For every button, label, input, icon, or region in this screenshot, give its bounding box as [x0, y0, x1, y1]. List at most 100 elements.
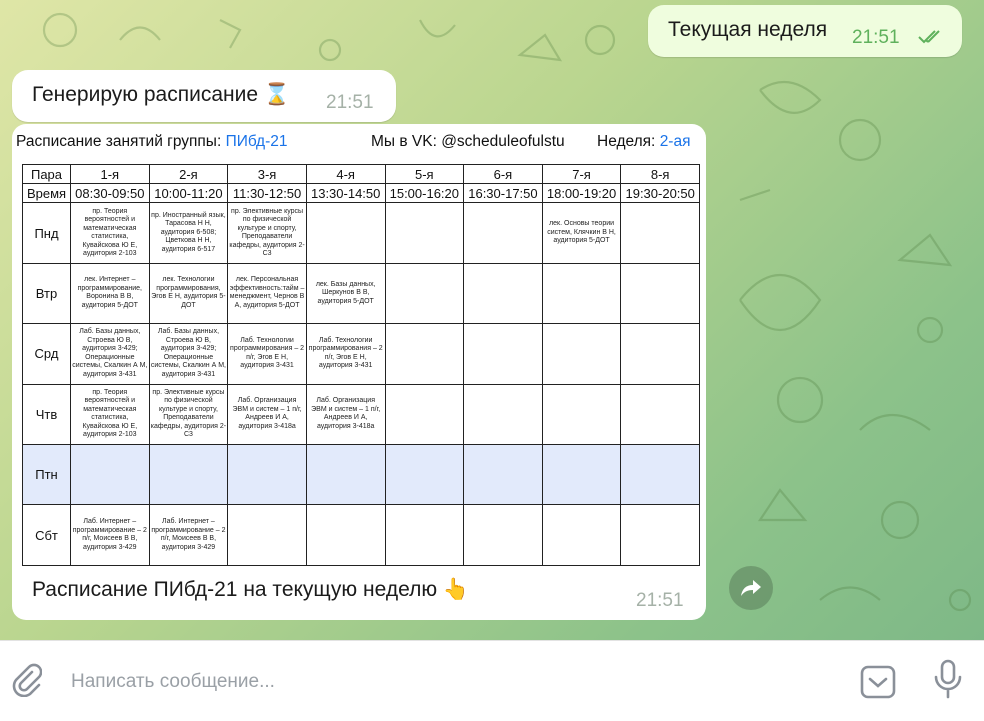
- lesson-cell: [463, 383, 543, 446]
- lesson-cell: [541, 504, 622, 566]
- table-row: Срд Лаб. Базы данных, Строева Ю В, аудито…: [22, 323, 700, 385]
- lesson-cell: [463, 262, 543, 325]
- lesson-cell: лек. Базы данных, Шеркунов В В, аудитори…: [305, 262, 386, 325]
- lesson-cell: [227, 504, 307, 566]
- period-header: 1-я: [70, 163, 150, 185]
- time-cell: 18:00-19:20: [541, 183, 622, 204]
- paperclip-icon[interactable]: [10, 663, 42, 697]
- lesson-cell: лек. Интернет – программирование, Ворони…: [70, 262, 150, 325]
- lesson-cell: пр. Иностранный язык, Тарасова Н Н, ауди…: [148, 202, 229, 264]
- lesson-cell: Лаб. Базы данных, Строева Ю В, аудитория…: [148, 323, 229, 385]
- lesson-cell: [463, 444, 543, 506]
- lesson-cell: [620, 504, 700, 566]
- incoming-message[interactable]: Генерирую расписание ⌛ 21:51: [12, 70, 396, 122]
- time-cell: 10:00-11:20: [148, 183, 229, 204]
- lesson-cell: пр. Элективные курсы по физической культ…: [148, 383, 229, 446]
- lesson-cell: [463, 202, 543, 264]
- lesson-cell: [463, 504, 543, 566]
- day-cell: Сбт: [22, 504, 71, 566]
- period-header: 7-я: [541, 163, 622, 185]
- day-cell: Птн: [22, 444, 71, 506]
- schedule-image[interactable]: Расписание занятий группы: ПИбд-21 Мы в …: [12, 124, 706, 570]
- lesson-cell: лек. Персональная эффективность:тайм – м…: [227, 262, 307, 325]
- lesson-cell: [620, 323, 700, 385]
- message-text: Генерирую расписание ⌛: [32, 83, 290, 106]
- day-cell: Втр: [22, 262, 71, 325]
- lesson-cell: [541, 323, 622, 385]
- lesson-cell: [541, 444, 622, 506]
- sticker-icon[interactable]: [860, 665, 896, 699]
- lesson-cell: [463, 323, 543, 385]
- lesson-cell: [384, 504, 465, 566]
- caption-time: 21:51: [636, 590, 684, 611]
- period-header: 3-я: [227, 163, 307, 185]
- lesson-cell: [305, 202, 386, 264]
- schedule-title: Расписание занятий группы: ПИбд-21: [16, 133, 288, 150]
- table-row: Сбт Лаб. Интернет – программирование – 2 …: [22, 504, 700, 566]
- lesson-cell: [620, 444, 700, 506]
- message-caption[interactable]: Расписание ПИбд-21 на текущую неделю 👆 2…: [12, 570, 706, 620]
- microphone-icon[interactable]: [932, 659, 964, 701]
- time-cell: 16:30-17:50: [463, 183, 543, 204]
- time-cell: 08:30-09:50: [70, 183, 150, 204]
- table-time-row: Время 08:30-09:50 10:00-11:20 11:30-12:50 13…: [22, 183, 700, 204]
- lesson-cell: Лаб. Технологии программирования – 2 п/г…: [227, 323, 307, 385]
- message-time: 21:51: [852, 27, 900, 48]
- double-check-icon: [918, 30, 940, 44]
- lesson-cell: Лаб. Технологии программирования – 2 п/г…: [305, 323, 386, 385]
- lesson-cell: [384, 202, 465, 264]
- lesson-cell: Лаб. Интернет – программирование – 2 п/г…: [148, 504, 229, 566]
- composer: Написать сообщение...: [0, 640, 984, 721]
- time-cell: 15:00-16:20: [384, 183, 465, 204]
- period-header: 8-я: [620, 163, 700, 185]
- lesson-cell: [70, 444, 150, 506]
- lesson-cell: [227, 444, 307, 506]
- table-row: Втр лек. Интернет – программирование, Вор…: [22, 262, 700, 325]
- outgoing-message[interactable]: Текущая неделя 21:51: [648, 5, 962, 57]
- caption-text: Расписание ПИбд-21 на текущую неделю 👆: [32, 578, 470, 601]
- forward-button[interactable]: [729, 566, 773, 610]
- period-header: 4-я: [305, 163, 386, 185]
- lesson-cell: лек. Технологии программирования, Эгов Е…: [148, 262, 229, 325]
- period-header: 2-я: [148, 163, 229, 185]
- table-header-cell: Пара: [22, 163, 71, 185]
- lesson-cell: [620, 383, 700, 446]
- lesson-cell: [620, 202, 700, 264]
- lesson-cell: [148, 444, 229, 506]
- lesson-cell: [384, 444, 465, 506]
- lesson-cell: [305, 504, 386, 566]
- lesson-cell: пр. Теория вероятностей и математическая…: [70, 202, 150, 264]
- time-cell: 11:30-12:50: [227, 183, 307, 204]
- day-cell: Пнд: [22, 202, 71, 264]
- lesson-cell: Лаб. Организация ЭВМ и систем – 1 п/г, А…: [227, 383, 307, 446]
- lesson-cell: [305, 444, 386, 506]
- day-cell: Срд: [22, 323, 71, 385]
- lesson-cell: [384, 262, 465, 325]
- lesson-cell: [384, 323, 465, 385]
- lesson-cell: Лаб. Интернет – программирование – 2 п/г…: [70, 504, 150, 566]
- lesson-cell: [541, 383, 622, 446]
- time-cell: 13:30-14:50: [305, 183, 386, 204]
- table-row: Чтв пр. Теория вероятностей и математичес…: [22, 383, 700, 446]
- lesson-cell: Лаб. Организация ЭВМ и систем – 1 п/г, А…: [305, 383, 386, 446]
- lesson-cell: [620, 262, 700, 325]
- message-time: 21:51: [326, 92, 374, 113]
- table-row: Пнд пр. Теория вероятностей и математичес…: [22, 202, 700, 264]
- lesson-cell: Лаб. Базы данных, Строева Ю В, аудитория…: [70, 323, 150, 385]
- forward-arrow-icon: [741, 580, 761, 596]
- period-header: 5-я: [384, 163, 465, 185]
- lesson-cell: пр. Элективные курсы по физической культ…: [227, 202, 307, 264]
- message-input[interactable]: Написать сообщение...: [71, 671, 275, 693]
- schedule-vk: Мы в VK: @scheduleofulstu: [371, 133, 565, 150]
- lesson-cell: [541, 262, 622, 325]
- lesson-cell: лек. Основы теории систем, Клячкин В Н, …: [541, 202, 622, 264]
- table-header-cell: Время: [22, 183, 71, 204]
- schedule-table: Пара 1-я 2-я 3-я 4-я 5-я 6-я 7-я 8-я Время 08:30-0…: [22, 163, 700, 566]
- lesson-cell: пр. Теория вероятностей и математическая…: [70, 383, 150, 446]
- message-text: Текущая неделя: [668, 18, 828, 41]
- day-cell: Чтв: [22, 383, 71, 446]
- table-row: Птн: [22, 444, 700, 506]
- table-header-row: Пара 1-я 2-я 3-я 4-я 5-я 6-я 7-я 8-я: [22, 163, 700, 185]
- period-header: 6-я: [463, 163, 543, 185]
- schedule-week: Неделя: 2-ая: [597, 133, 691, 150]
